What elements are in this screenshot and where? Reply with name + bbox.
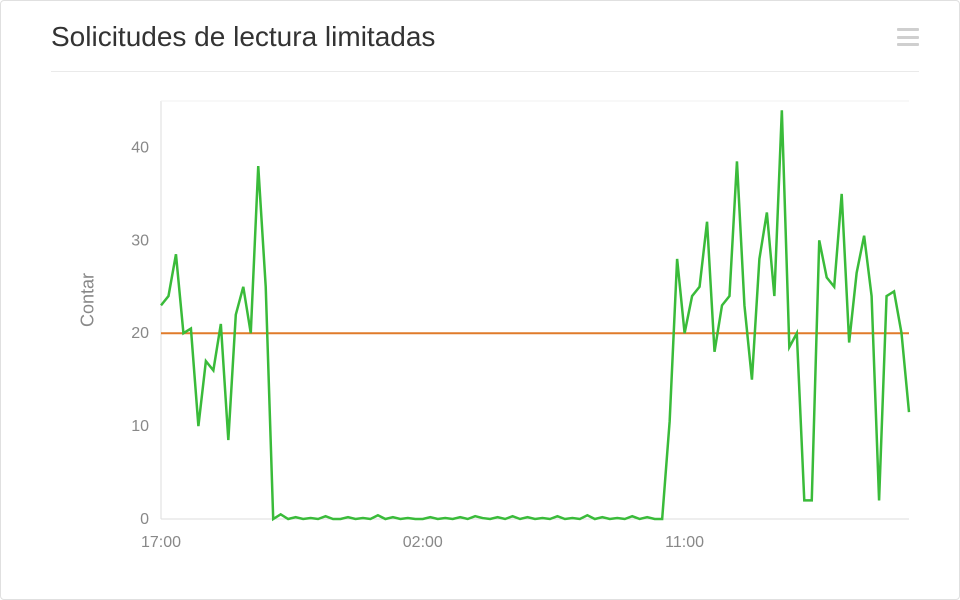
y-tick-label: 10 (131, 418, 149, 435)
chart-card: Solicitudes de lectura limitadas Contar … (0, 0, 960, 600)
y-tick-label: 0 (140, 511, 149, 528)
x-tick-label: 02:00 (403, 534, 443, 551)
series-line (161, 110, 909, 519)
y-tick-label: 30 (131, 232, 149, 249)
hamburger-menu-icon[interactable] (897, 28, 919, 46)
chart-title: Solicitudes de lectura limitadas (51, 21, 435, 53)
y-tick-label: 40 (131, 139, 149, 156)
plot-area: 0 10 20 30 40 17:00 02:00 11:00 (91, 91, 919, 559)
card-header: Solicitudes de lectura limitadas (1, 1, 959, 63)
y-tick-label: 20 (131, 325, 149, 342)
x-tick-label: 11:00 (665, 534, 704, 551)
header-divider (51, 71, 919, 72)
line-chart: 0 10 20 30 40 17:00 02:00 11:00 (91, 91, 919, 559)
x-tick-label: 17:00 (141, 534, 181, 551)
